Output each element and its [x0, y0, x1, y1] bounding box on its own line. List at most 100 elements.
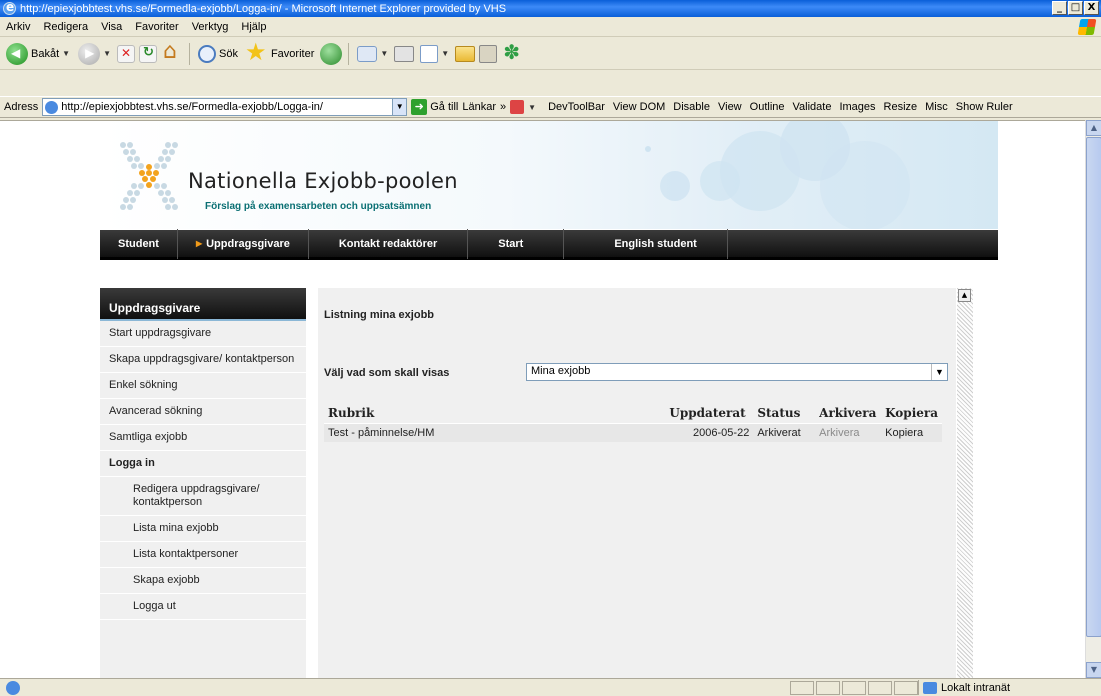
- window-title-bar: http://epiexjobbtest.vhs.se/Formedla-exj…: [0, 0, 1101, 17]
- devtool-show-ruler[interactable]: Show Ruler: [956, 101, 1013, 113]
- cell-rubrik[interactable]: Test - påminnelse/HM: [324, 423, 666, 442]
- nav-student[interactable]: Student: [100, 228, 178, 259]
- menu-visa[interactable]: Visa: [95, 21, 129, 33]
- scroll-down-icon[interactable]: ▼: [1086, 662, 1101, 678]
- toolbar-separator: [188, 42, 190, 65]
- search-label: Sök: [218, 47, 238, 60]
- sidebar-item-enkel-sokning[interactable]: Enkel sökning: [100, 373, 306, 399]
- decorative-bubble: [660, 171, 690, 201]
- address-url[interactable]: http://epiexjobbtest.vhs.se/Formedla-exj…: [61, 101, 389, 113]
- links-button[interactable]: Länkar: [462, 101, 496, 113]
- menu-hjalp[interactable]: Hjälp: [235, 21, 273, 33]
- research-icon[interactable]: [479, 44, 498, 63]
- top-navigation: Student ▶ Uppdragsgivare Kontakt redaktör…: [100, 228, 998, 260]
- chevron-down-icon[interactable]: ▼: [528, 103, 536, 112]
- mail-button[interactable]: ▼: [355, 45, 390, 62]
- back-button[interactable]: Bakåt ▼: [4, 42, 72, 65]
- scroll-up-icon[interactable]: ▲: [1086, 120, 1101, 136]
- status-cell: [790, 681, 814, 695]
- nav-kontakt-redaktorer[interactable]: Kontakt redaktörer: [309, 228, 469, 259]
- menu-redigera[interactable]: Redigera: [37, 21, 95, 33]
- menu-verktyg[interactable]: Verktyg: [186, 21, 236, 33]
- view-select[interactable]: Mina exjobb ▼: [526, 363, 948, 381]
- address-label: Adress: [4, 101, 39, 113]
- devtool-devtoolbar[interactable]: DevToolBar: [548, 101, 605, 113]
- ie-logo-icon: [3, 0, 16, 15]
- devtool-outline[interactable]: Outline: [750, 101, 785, 113]
- devtool-view-dom[interactable]: View DOM: [613, 101, 665, 113]
- column-header-arkivera: Arkivera: [819, 406, 877, 420]
- media-icon[interactable]: [320, 42, 343, 65]
- chevron-down-icon[interactable]: ▼: [931, 364, 947, 380]
- word-button[interactable]: ▼: [418, 44, 451, 63]
- chevron-down-icon[interactable]: ▼: [392, 99, 407, 115]
- devtool-view[interactable]: View: [718, 101, 742, 113]
- pdf-icon[interactable]: [510, 100, 525, 114]
- devtool-images[interactable]: Images: [839, 101, 875, 113]
- folder-icon[interactable]: [455, 45, 476, 62]
- devtool-misc[interactable]: Misc: [925, 101, 948, 113]
- scroll-up-icon[interactable]: ▲: [958, 289, 971, 302]
- menu-favoriter[interactable]: Favoriter: [129, 21, 185, 33]
- chevron-right-icon[interactable]: »: [500, 101, 506, 113]
- chevron-down-icon: ▼: [103, 49, 111, 58]
- cell-status: Arkiverat: [753, 423, 816, 442]
- messenger-icon[interactable]: [501, 40, 523, 65]
- menu-arkiv[interactable]: Arkiv: [0, 21, 37, 33]
- browser-viewport: Nationella Exjobb-poolen Förslag på exam…: [0, 120, 1085, 678]
- sidebar-item-lista-kontaktpersoner[interactable]: Lista kontaktpersoner: [100, 542, 306, 568]
- site-header: Nationella Exjobb-poolen Förslag på exam…: [100, 121, 998, 229]
- standard-toolbar: Bakåt ▼ ▼ Sök Favoriter ▼ ▼: [0, 38, 1101, 70]
- browser-scrollbar[interactable]: ▲ ▼: [1085, 120, 1101, 678]
- column-header-status: Status: [757, 406, 801, 420]
- address-input[interactable]: http://epiexjobbtest.vhs.se/Formedla-exj…: [42, 98, 408, 116]
- close-button[interactable]: X: [1084, 1, 1099, 15]
- devtool-resize[interactable]: Resize: [884, 101, 918, 113]
- nav-start[interactable]: Start: [468, 228, 565, 259]
- sidebar: Uppdragsgivare Start uppdragsgivare Skap…: [100, 288, 306, 678]
- sidebar-item-logga-in[interactable]: Logga in: [100, 451, 306, 477]
- forward-arrow-icon: [78, 42, 101, 65]
- sidebar-item-samtliga-exjobb[interactable]: Samtliga exjobb: [100, 425, 306, 451]
- sidebar-item-skapa-uppdragsgivare[interactable]: Skapa uppdragsgivare/ kontaktperson: [100, 347, 306, 373]
- search-icon: [197, 44, 216, 63]
- active-marker-icon: ▶: [195, 239, 203, 248]
- site-title: Nationella Exjobb-poolen: [188, 169, 458, 193]
- devtool-disable[interactable]: Disable: [673, 101, 710, 113]
- nav-uppdragsgivare-label: Uppdragsgivare: [206, 237, 290, 250]
- intranet-icon: [923, 681, 937, 694]
- sidebar-item-start-uppdragsgivare[interactable]: Start uppdragsgivare: [100, 321, 306, 347]
- sidebar-item-lista-mina-exjobb[interactable]: Lista mina exjobb: [100, 516, 306, 542]
- view-select-label: Välj vad som skall visas: [324, 367, 450, 379]
- security-zone: Lokalt intranät: [918, 680, 1010, 695]
- refresh-icon[interactable]: [138, 44, 157, 63]
- go-button[interactable]: ➜ Gå till: [411, 99, 458, 115]
- status-cell: [894, 681, 918, 695]
- main-content: Listning mina exjobb Välj vad som skall …: [318, 288, 956, 678]
- maximize-button[interactable]: □: [1068, 1, 1083, 15]
- address-bar: Adress http://epiexjobbtest.vhs.se/Forme…: [0, 96, 1101, 118]
- sidebar-item-avancerad-sokning[interactable]: Avancerad sökning: [100, 399, 306, 425]
- favorites-button[interactable]: Favoriter: [244, 38, 316, 67]
- sidebar-item-skapa-exjobb[interactable]: Skapa exjobb: [100, 568, 306, 594]
- scrollbar-thumb[interactable]: [1086, 137, 1101, 637]
- home-icon[interactable]: [161, 39, 183, 65]
- go-arrow-icon: ➜: [411, 99, 428, 115]
- sidebar-item-redigera-uppdragsgivare[interactable]: Redigera uppdragsgivare/ kontaktperson: [100, 477, 306, 516]
- column-header-rubrik: Rubrik: [328, 406, 375, 420]
- nav-uppdragsgivare[interactable]: ▶ Uppdragsgivare: [178, 228, 309, 259]
- windows-logo-icon: [1077, 19, 1097, 35]
- nav-english-student[interactable]: English student: [564, 228, 728, 259]
- sidebar-item-logga-ut[interactable]: Logga ut: [100, 594, 306, 620]
- devtool-validate[interactable]: Validate: [793, 101, 832, 113]
- web-page: Nationella Exjobb-poolen Förslag på exam…: [100, 121, 998, 678]
- cell-kopiera[interactable]: Kopiera: [881, 423, 942, 442]
- search-button[interactable]: Sök: [196, 44, 240, 63]
- content-scrollbar[interactable]: ▲: [957, 288, 973, 678]
- print-icon[interactable]: [394, 45, 415, 62]
- minimize-button[interactable]: _: [1052, 1, 1067, 15]
- stop-icon[interactable]: [116, 44, 135, 63]
- decorative-bubble: [820, 141, 910, 229]
- forward-button[interactable]: ▼: [76, 42, 113, 65]
- word-icon: [420, 44, 439, 63]
